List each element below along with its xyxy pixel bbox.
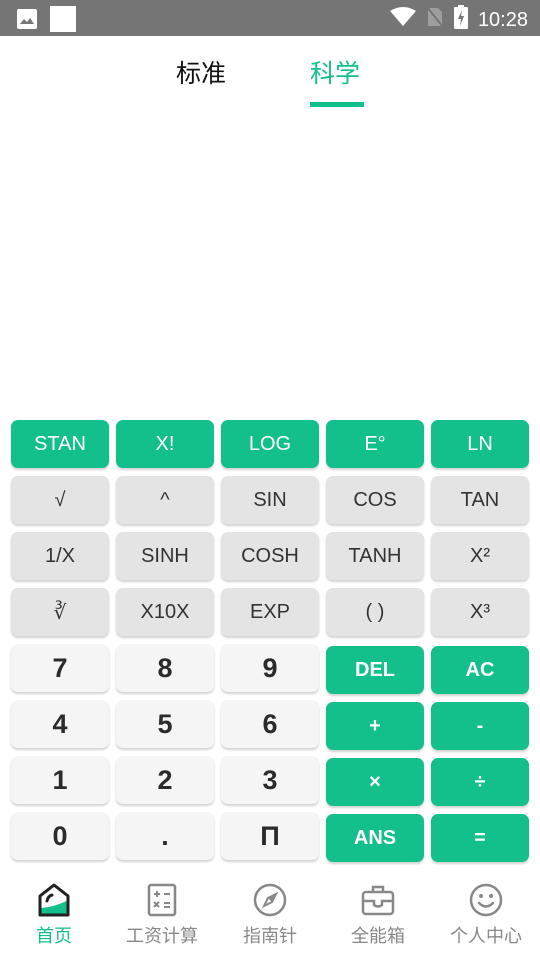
home-icon: [36, 882, 72, 918]
key-button[interactable]: 9: [221, 644, 319, 692]
calculator-display: [0, 110, 540, 410]
key-button[interactable]: X³: [431, 588, 529, 636]
key-button[interactable]: 8: [116, 644, 214, 692]
key-button[interactable]: 1: [11, 756, 109, 804]
key-button[interactable]: ×: [326, 758, 424, 806]
nav-toolbox[interactable]: 全能箱: [324, 882, 432, 948]
wifi-icon: [389, 7, 416, 33]
active-tab-indicator: [310, 102, 364, 107]
key-button[interactable]: +: [326, 702, 424, 750]
nav-profile[interactable]: 个人中心: [432, 882, 540, 948]
key-button[interactable]: E°: [326, 420, 424, 468]
key-button[interactable]: EXP: [221, 588, 319, 636]
tab-scientific[interactable]: 科学: [310, 54, 360, 90]
calculator-icon: [144, 882, 180, 918]
clock-time: 10:28: [477, 8, 528, 31]
key-button[interactable]: ^: [116, 476, 214, 524]
key-button[interactable]: DEL: [326, 646, 424, 694]
key-button[interactable]: STAN: [11, 420, 109, 468]
key-button[interactable]: X²: [431, 532, 529, 580]
toolbox-icon: [360, 882, 396, 918]
key-button[interactable]: 7: [11, 644, 109, 692]
square-icon: [50, 6, 76, 37]
key-button[interactable]: 4: [11, 700, 109, 748]
battery-charging-icon: [453, 5, 468, 35]
key-button[interactable]: X10X: [116, 588, 214, 636]
key-button[interactable]: COS: [326, 476, 424, 524]
key-button[interactable]: SIN: [221, 476, 319, 524]
key-button[interactable]: 1/X: [11, 532, 109, 580]
nav-compass-label: 指南针: [243, 926, 297, 946]
key-button[interactable]: Π: [221, 812, 319, 860]
key-button[interactable]: 6: [221, 700, 319, 748]
key-button[interactable]: ( ): [326, 588, 424, 636]
no-sim-icon: [426, 6, 444, 34]
compass-icon: [252, 882, 288, 918]
nav-home[interactable]: 首页: [0, 882, 108, 948]
nav-compass[interactable]: 指南针: [216, 882, 324, 948]
key-button[interactable]: 5: [116, 700, 214, 748]
key-button[interactable]: ∛: [11, 588, 109, 636]
key-button[interactable]: LN: [431, 420, 529, 468]
nav-toolbox-label: 全能箱: [351, 926, 405, 946]
key-button[interactable]: AC: [431, 646, 529, 694]
key-button[interactable]: TANH: [326, 532, 424, 580]
key-button[interactable]: X!: [116, 420, 214, 468]
mode-tabs: 标准 科学: [0, 36, 540, 110]
nav-salary[interactable]: 工资计算: [108, 882, 216, 948]
nav-profile-label: 个人中心: [450, 926, 522, 946]
key-button[interactable]: .: [116, 812, 214, 860]
key-button[interactable]: 3: [221, 756, 319, 804]
key-button[interactable]: 0: [11, 812, 109, 860]
key-button[interactable]: =: [431, 814, 529, 862]
key-button[interactable]: SINH: [116, 532, 214, 580]
nav-home-label: 首页: [36, 926, 72, 946]
image-icon: [16, 8, 38, 35]
tab-standard[interactable]: 标准: [176, 54, 226, 90]
key-button[interactable]: √: [11, 476, 109, 524]
key-button[interactable]: TAN: [431, 476, 529, 524]
nav-salary-label: 工资计算: [126, 926, 198, 946]
key-button[interactable]: ÷: [431, 758, 529, 806]
key-button[interactable]: ANS: [326, 814, 424, 862]
key-button[interactable]: 2: [116, 756, 214, 804]
bottom-navigation: 首页 工资计算 指南针 全能箱 个人中心: [0, 868, 540, 960]
key-button[interactable]: -: [431, 702, 529, 750]
key-button[interactable]: COSH: [221, 532, 319, 580]
key-button[interactable]: LOG: [221, 420, 319, 468]
status-bar: 10:28: [0, 0, 540, 36]
smiley-icon: [468, 882, 504, 918]
